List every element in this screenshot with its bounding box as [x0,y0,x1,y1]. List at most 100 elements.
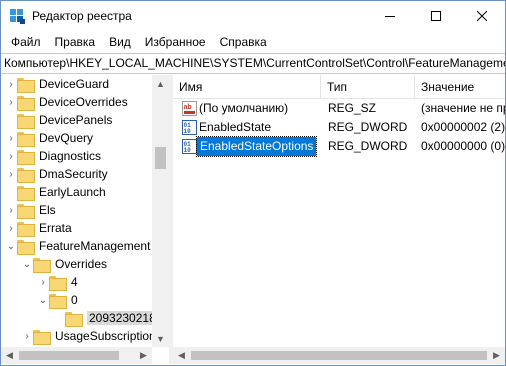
list-header: Имя Тип Значение [173,75,505,99]
values-list: Имя Тип Значение ab (По умолчанию) REG_S… [173,75,505,347]
expand-chevron-icon[interactable]: › [5,129,17,147]
expand-chevron-icon[interactable]: › [5,93,17,111]
tree-item-deviceguard[interactable]: › DeviceGuard [5,75,109,93]
value-name: EnabledStateOptions [195,136,318,157]
expand-chevron-icon [5,111,17,129]
scroll-left-arrow-icon[interactable]: ◀ [173,347,190,364]
expand-chevron-icon[interactable]: › [21,327,33,345]
folder-icon [49,275,67,291]
folder-icon [17,167,35,183]
column-header-name[interactable]: Имя [173,75,321,99]
minimize-icon [385,16,395,17]
expand-chevron-icon[interactable]: › [5,201,17,219]
svg-text:10: 10 [184,128,192,135]
string-value-icon: ab [182,101,197,116]
tree-item-devicepanels[interactable]: DevicePanels [5,111,112,129]
folder-icon [33,257,51,273]
minimize-button[interactable] [367,1,413,31]
expand-chevron-icon[interactable]: › [5,147,17,165]
folder-icon [17,185,35,201]
value-data: 0x00000000 (0) [421,139,505,153]
column-header-type[interactable]: Тип [321,75,415,99]
dword-value-icon: 01 10 [182,139,197,154]
tree-item-label: DevicePanels [39,113,113,127]
scroll-up-arrow-icon[interactable]: ▲ [152,75,169,92]
dword-value-icon: 01 10 [182,120,197,135]
scroll-right-arrow-icon[interactable]: ▶ [135,347,152,364]
folder-icon [17,149,35,165]
value-type: REG_DWORD [328,120,408,134]
tree-scroll-thumb[interactable] [155,147,166,169]
svg-text:10: 10 [184,147,192,154]
tree-horizontal-scrollbar[interactable]: ◀ ▶ [1,347,152,364]
tree-item-0[interactable]: ⌄ 0 [37,291,78,309]
folder-icon [17,131,35,147]
list-hscroll-thumb[interactable] [191,351,487,360]
tree-item-4[interactable]: › 4 [37,273,78,291]
menu-view[interactable]: Вид [102,33,138,51]
tree-item-errata[interactable]: › Errata [5,219,72,237]
tree-item-label: EarlyLaunch [39,185,106,199]
folder-icon [17,77,35,93]
tree-item-dmasecurity[interactable]: › DmaSecurity [5,165,108,183]
expand-chevron-icon[interactable]: › [5,165,17,183]
tree-item-label: UsageSubscriptions [55,329,162,343]
tree-item-label: DmaSecurity [39,167,108,181]
folder-icon [17,239,35,255]
maximize-icon [431,11,441,21]
tree-item-label: FeatureManagement [39,239,151,253]
expand-chevron-icon[interactable]: › [5,75,17,93]
expand-chevron-icon [5,183,17,201]
collapse-chevron-icon[interactable]: ⌄ [5,237,17,255]
value-name: EnabledState [199,120,272,134]
regedit-app-icon [10,9,25,24]
registry-editor-window: Редактор реестра Файл Правка Вид Избранн… [0,0,506,366]
folder-icon [17,95,35,111]
tree-item-earlylaunch[interactable]: EarlyLaunch [5,183,106,201]
tree-hscroll-thumb[interactable] [19,351,119,360]
tree-vertical-scrollbar[interactable]: ▲ ▼ [152,75,169,347]
tree-item-label: 4 [71,275,78,289]
list-row[interactable]: 01 10 EnabledState REG_DWORD 0x00000002 … [173,118,505,137]
tree-item-devquery[interactable]: › DevQuery [5,129,93,147]
tree-item-featuremanagement[interactable]: ⌄ FeatureManagement [5,237,150,255]
scroll-right-arrow-icon[interactable]: ▶ [488,347,505,364]
tree-item-label: Diagnostics [39,149,102,163]
expand-chevron-icon[interactable]: › [37,273,49,291]
folder-icon [49,293,67,309]
column-header-value[interactable]: Значение [415,75,505,99]
list-row[interactable]: ab (По умолчанию) REG_SZ (значение не пр… [173,99,505,118]
tree-item-usagesubscriptions[interactable]: › UsageSubscriptions [21,327,162,345]
menu-help[interactable]: Справка [213,33,274,51]
close-button[interactable] [459,1,505,31]
maximize-button[interactable] [413,1,459,31]
tree-item-2093230218[interactable]: 2093230218 [53,309,158,327]
menu-favorites[interactable]: Избранное [138,33,213,51]
menu-edit[interactable]: Правка [48,33,103,51]
folder-icon [17,221,35,237]
title-bar: Редактор реестра [1,1,505,31]
close-icon [477,11,487,21]
tree-item-diagnostics[interactable]: › Diagnostics [5,147,101,165]
collapse-chevron-icon[interactable]: ⌄ [37,291,49,309]
tree-item-deviceoverrides[interactable]: › DeviceOverrides [5,93,128,111]
svg-text:ab: ab [184,104,192,111]
tree-item-overrides[interactable]: ⌄ Overrides [21,255,107,273]
window-title: Редактор реестра [32,9,132,23]
scroll-down-arrow-icon[interactable]: ▼ [152,330,169,347]
menu-bar: Файл Правка Вид Избранное Справка [1,32,505,52]
address-bar[interactable]: Компьютер\HKEY_LOCAL_MACHINE\SYSTEM\Curr… [1,53,505,74]
list-horizontal-scrollbar[interactable]: ◀ ▶ [173,347,505,364]
tree-item-label: 0 [71,293,78,307]
value-name: (По умолчанию) [199,101,289,115]
value-type: REG_DWORD [328,139,408,153]
tree-item-label: Els [39,203,56,217]
value-data: 0x00000002 (2) [421,120,505,134]
menu-file[interactable]: Файл [4,33,48,51]
list-row-selected[interactable]: 01 10 EnabledStateOptions REG_DWORD 0x00… [173,136,505,157]
expand-chevron-icon[interactable]: › [5,219,17,237]
collapse-chevron-icon[interactable]: ⌄ [21,255,33,273]
scroll-left-arrow-icon[interactable]: ◀ [1,347,18,364]
tree-item-label: DevQuery [39,131,94,145]
tree-item-els[interactable]: › Els [5,201,56,219]
